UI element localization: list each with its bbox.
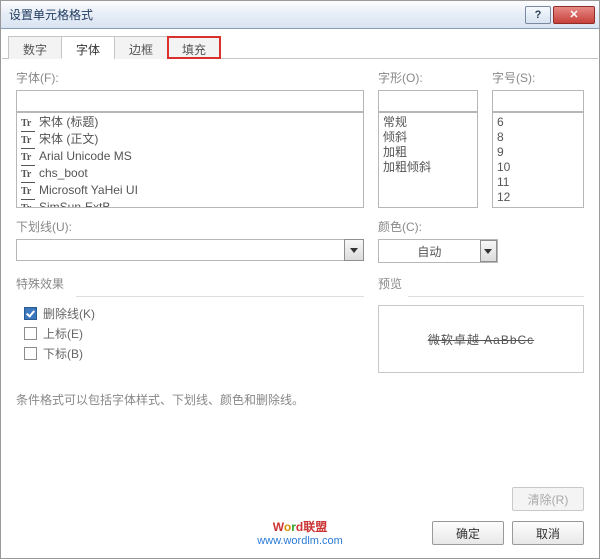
size-option[interactable]: 9: [497, 145, 579, 160]
color-column: 颜色(C): 自动: [378, 218, 584, 263]
tab-number[interactable]: 数字: [8, 36, 62, 59]
hint-text: 条件格式可以包括字体样式、下划线、颜色和删除线。: [16, 391, 584, 408]
tab-body: 字体(F): Tr宋体 (标题) Tr宋体 (正文) TrArial Unico…: [2, 59, 598, 418]
font-option[interactable]: Tr宋体 (标题): [21, 115, 359, 132]
ok-button[interactable]: 确定: [432, 521, 504, 545]
underline-column: 下划线(U):: [16, 218, 364, 263]
size-listbox[interactable]: 6 8 9 10 11 12: [492, 112, 584, 208]
size-option[interactable]: 8: [497, 130, 579, 145]
chevron-down-icon[interactable]: [480, 240, 497, 262]
tab-fill[interactable]: 填充: [167, 36, 221, 59]
color-combo[interactable]: 自动: [378, 239, 498, 263]
font-input[interactable]: [16, 90, 364, 112]
size-option[interactable]: 6: [497, 115, 579, 130]
effects-preview-row: 特殊效果 删除线(K) 上标(E) 下标(B): [16, 263, 584, 373]
divider: [76, 296, 364, 297]
subscript-checkbox-row[interactable]: 下标(B): [24, 345, 364, 362]
underline-label: 下划线(U):: [16, 218, 364, 235]
font-option[interactable]: Tr宋体 (正文): [21, 132, 359, 149]
titlebar-buttons: ? ✕: [525, 6, 595, 24]
style-option[interactable]: 加粗: [383, 145, 473, 160]
truetype-icon: Tr: [21, 133, 35, 149]
divider: [408, 296, 584, 297]
style-option[interactable]: 倾斜: [383, 130, 473, 145]
close-button[interactable]: ✕: [553, 6, 595, 24]
style-input[interactable]: [378, 90, 478, 112]
preview-title: 预览: [378, 275, 584, 292]
underline-color-row: 下划线(U): 颜色(C): 自动: [16, 218, 584, 263]
font-option[interactable]: TrArial Unicode MS: [21, 149, 359, 166]
underline-combo[interactable]: [16, 239, 364, 261]
font-option[interactable]: TrSimSun-ExtB: [21, 200, 359, 208]
size-option[interactable]: 11: [497, 175, 579, 190]
window-title: 设置单元格格式: [9, 6, 525, 23]
watermark: Word联盟 www.wordlm.com: [257, 518, 343, 547]
truetype-icon: Tr: [21, 167, 35, 183]
clear-button[interactable]: 清除(R): [512, 487, 584, 511]
size-option[interactable]: 10: [497, 160, 579, 175]
preview-box: 微软卓越 AaBbCc: [378, 305, 584, 373]
watermark-brand: Word联盟: [257, 518, 343, 535]
strikethrough-checkbox-row[interactable]: 删除线(K): [24, 305, 364, 322]
truetype-icon: Tr: [21, 201, 35, 208]
format-cells-dialog: 设置单元格格式 ? ✕ 数字 字体 边框 填充 字体(F): Tr宋体 (标题)…: [0, 0, 600, 559]
superscript-label: 上标(E): [43, 325, 83, 342]
color-label: 颜色(C):: [378, 218, 584, 235]
clear-button-wrap: 清除(R): [512, 487, 584, 511]
underline-input[interactable]: [16, 239, 344, 261]
superscript-checkbox[interactable]: [24, 327, 37, 340]
chevron-down-icon[interactable]: [344, 239, 364, 261]
watermark-url: www.wordlm.com: [257, 535, 343, 547]
subscript-checkbox[interactable]: [24, 347, 37, 360]
help-button[interactable]: ?: [525, 6, 551, 24]
truetype-icon: Tr: [21, 116, 35, 132]
style-option[interactable]: 加粗倾斜: [383, 160, 473, 175]
truetype-icon: Tr: [21, 150, 35, 166]
font-listbox[interactable]: Tr宋体 (标题) Tr宋体 (正文) TrArial Unicode MS T…: [16, 112, 364, 208]
size-option[interactable]: 12: [497, 190, 579, 205]
titlebar: 设置单元格格式 ? ✕: [1, 1, 599, 29]
superscript-checkbox-row[interactable]: 上标(E): [24, 325, 364, 342]
preview-text: 微软卓越 AaBbCc: [428, 331, 534, 348]
color-value: 自动: [379, 243, 480, 260]
style-label: 字形(O):: [378, 69, 478, 86]
font-column: 字体(F): Tr宋体 (标题) Tr宋体 (正文) TrArial Unico…: [16, 69, 364, 208]
size-column: 字号(S): 6 8 9 10 11 12: [492, 69, 584, 208]
strikethrough-checkbox[interactable]: [24, 307, 37, 320]
special-effects-title: 特殊效果: [16, 275, 364, 292]
font-row: 字体(F): Tr宋体 (标题) Tr宋体 (正文) TrArial Unico…: [16, 69, 584, 208]
strikethrough-label: 删除线(K): [43, 305, 95, 322]
size-input[interactable]: [492, 90, 584, 112]
style-column: 字形(O): 常规 倾斜 加粗 加粗倾斜: [378, 69, 478, 208]
font-label: 字体(F):: [16, 69, 364, 86]
special-effects-group: 特殊效果 删除线(K) 上标(E) 下标(B): [16, 275, 364, 373]
cancel-button[interactable]: 取消: [512, 521, 584, 545]
tab-font[interactable]: 字体: [61, 36, 115, 59]
subscript-label: 下标(B): [43, 345, 83, 362]
dialog-footer: 确定 取消: [432, 521, 584, 545]
preview-group: 预览 微软卓越 AaBbCc: [378, 275, 584, 373]
truetype-icon: Tr: [21, 184, 35, 200]
tab-strip: 数字 字体 边框 填充: [2, 29, 598, 59]
tab-border[interactable]: 边框: [114, 36, 168, 59]
font-option[interactable]: Trchs_boot: [21, 166, 359, 183]
font-option[interactable]: TrMicrosoft YaHei UI: [21, 183, 359, 200]
style-listbox[interactable]: 常规 倾斜 加粗 加粗倾斜: [378, 112, 478, 208]
client-area: 数字 字体 边框 填充 字体(F): Tr宋体 (标题) Tr宋体 (正文) T…: [2, 29, 598, 557]
size-label: 字号(S):: [492, 69, 584, 86]
style-option[interactable]: 常规: [383, 115, 473, 130]
